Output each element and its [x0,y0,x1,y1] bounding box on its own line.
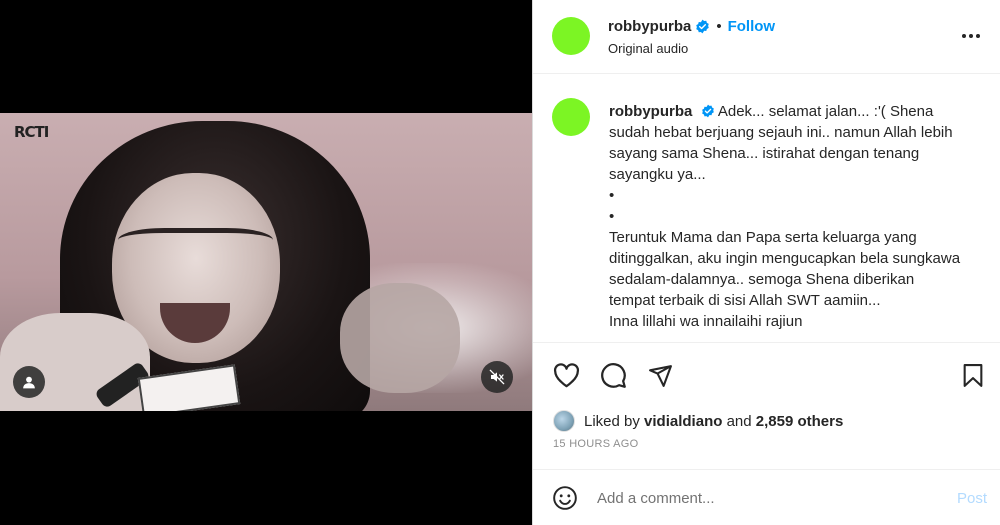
liker-username[interactable]: vidialdiano [644,413,722,430]
caption-paragraph-1: robbypurba Adek... selamat jalan... :'( … [609,101,964,185]
caption-text-2: Teruntuk Mama dan Papa serta keluarga ya… [609,229,961,309]
caption-text-3: Inna lillahi wa innailaihi rajiun [609,313,803,330]
like-button[interactable] [552,361,580,389]
header-separator: • [716,18,722,35]
more-horizontal-icon [962,34,980,38]
header-name-row: robbypurba • Follow [608,18,775,35]
header-username[interactable]: robbypurba [608,18,691,35]
post-header: robbypurba • Follow Original audio [533,0,1000,74]
bookmark-icon [963,363,983,387]
post-caption: robbypurba Adek... selamat jalan... :'( … [609,101,964,332]
comment-button[interactable] [599,361,627,389]
comment-input[interactable] [597,485,927,511]
more-options-button[interactable] [959,24,983,48]
verified-badge-icon [701,104,714,118]
verified-badge-icon [696,19,710,34]
tagged-users-button[interactable] [13,366,45,398]
smiley-icon [553,486,577,510]
caption-username[interactable]: robbypurba [609,103,692,120]
share-button[interactable] [646,361,674,389]
emoji-button[interactable] [552,485,578,511]
caption-bullet-2: • [609,208,615,225]
post-panel: robbypurba • Follow Original audio robby… [532,0,1000,525]
media-viewer[interactable]: RCTI [0,0,532,525]
mute-toggle-button[interactable] [481,361,513,393]
follow-button[interactable]: Follow [728,18,776,35]
video-subject-hand [340,283,460,393]
audio-label[interactable]: Original audio [608,41,688,56]
likes-connector: and [726,412,752,430]
action-bar [533,344,1000,400]
comment-bubble-icon [600,362,626,388]
paper-plane-icon [648,364,672,387]
avatar[interactable] [552,17,590,55]
likes-prefix: Liked by [584,412,640,430]
post-comment-button[interactable]: Post [957,490,987,507]
post-timestamp[interactable]: 15 HOURS AGO [553,438,639,450]
video-frame[interactable]: RCTI [0,113,532,411]
heart-icon [553,362,579,387]
caption-bullet-1: • [609,187,615,204]
add-comment-bar: Post [533,469,1000,525]
video-subject-glasses [118,228,273,268]
likes-others-link[interactable]: 2,859 others [756,413,844,430]
comments-section[interactable]: robbypurba Adek... selamat jalan... :'( … [533,75,1000,343]
liker-avatar[interactable] [553,410,575,432]
channel-logo: RCTI [14,123,49,141]
likes-summary: Liked by vidialdiano and 2,859 others [553,410,843,432]
speaker-muted-icon [489,369,505,385]
save-button[interactable] [959,361,987,389]
caption-avatar[interactable] [552,98,590,136]
user-icon [23,376,35,389]
